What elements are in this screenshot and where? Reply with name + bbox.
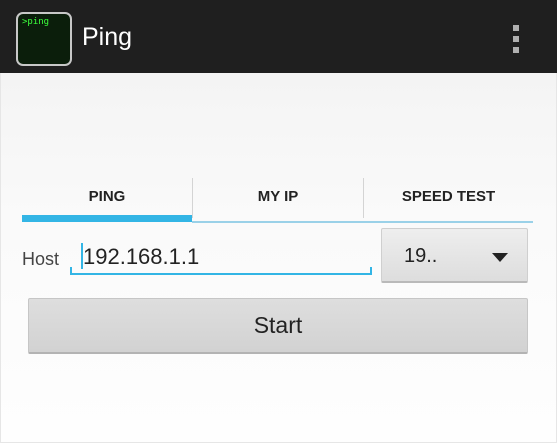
overflow-dot	[513, 25, 519, 31]
action-bar: >ping Ping	[0, 0, 557, 73]
overflow-dot	[513, 36, 519, 42]
app-icon-text: >ping	[22, 17, 50, 27]
tab-ping[interactable]: PING	[22, 175, 192, 217]
host-label: Host	[22, 249, 60, 269]
more-vert-icon[interactable]	[510, 23, 522, 55]
overflow-dot	[513, 47, 519, 53]
host-input-underline	[70, 273, 372, 275]
tab-label: SPEED TEST	[401, 187, 496, 205]
spinner-value: 19..	[404, 245, 438, 267]
tab-label: PING	[88, 187, 126, 205]
host-input-underline-tick	[370, 267, 372, 275]
dropdown-arrow-icon	[492, 253, 508, 262]
tab-label: MY IP	[257, 187, 299, 205]
app-icon[interactable]: >ping	[16, 12, 72, 66]
tab-underline	[192, 221, 533, 223]
host-input[interactable]	[70, 238, 372, 276]
host-input-underline-tick	[70, 267, 72, 275]
text-cursor	[81, 243, 83, 269]
tab-my-ip[interactable]: MY IP	[193, 175, 363, 217]
tab-selected-indicator	[22, 215, 192, 222]
tab-speed-test[interactable]: SPEED TEST	[364, 175, 533, 217]
host-spinner[interactable]: 19..	[381, 228, 528, 283]
app-title: Ping	[82, 23, 133, 51]
start-button[interactable]: Start	[28, 298, 528, 354]
